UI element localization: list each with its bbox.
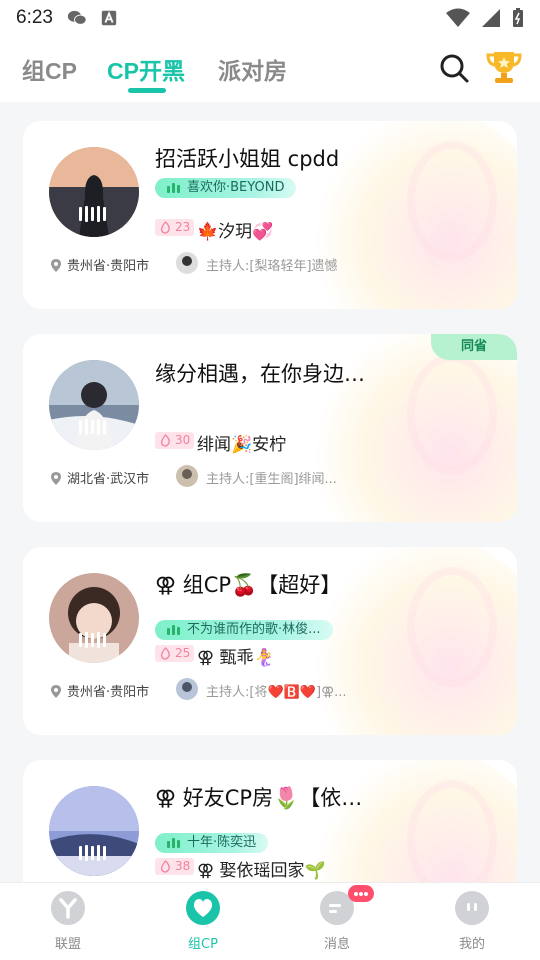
nav-messages[interactable]: 消息 bbox=[297, 885, 377, 952]
status-time: 6:23 bbox=[16, 7, 53, 28]
top-tab-bar: 组CP CP开黑 派对房 bbox=[0, 36, 540, 102]
heart-icon bbox=[186, 891, 220, 925]
message-icon bbox=[320, 885, 374, 925]
room-avatar[interactable] bbox=[49, 360, 139, 450]
room-title: 招活跃小姐姐 cpdd bbox=[155, 147, 340, 171]
signal-icon bbox=[482, 9, 500, 27]
location-pin-icon bbox=[51, 259, 61, 272]
search-icon[interactable] bbox=[438, 52, 470, 84]
member-name: ⚢ 甄乖🧜‍♀️ bbox=[197, 648, 275, 668]
trophy-icon[interactable] bbox=[485, 48, 523, 86]
same-province-badge: 同省 bbox=[431, 334, 517, 360]
tab-zu-cp[interactable]: 组CP bbox=[22, 52, 77, 86]
voice-wave-icon bbox=[79, 845, 106, 861]
room-title: ⚢ 好友CP房🌷【依… bbox=[155, 786, 363, 810]
heat-count: 23 bbox=[175, 220, 191, 234]
room-card[interactable]: 招活跃小姐姐 cpdd 喜欢你·BEYOND 23 🍁汐玥💞 贵州省·贵阳市 主… bbox=[23, 121, 517, 309]
location-pin-icon bbox=[51, 685, 61, 698]
song-name: 喜欢你·BEYOND bbox=[187, 180, 285, 195]
nav-zu-cp[interactable]: 组CP bbox=[163, 891, 243, 952]
heat-badge: 25 bbox=[155, 645, 195, 662]
tab-cp-kaihei[interactable]: CP开黑 bbox=[107, 52, 185, 86]
host-name: 主持人:[重生阁]绯闻... bbox=[206, 472, 337, 487]
heat-badge: 23 bbox=[155, 219, 195, 236]
heat-badge: 30 bbox=[155, 432, 195, 449]
location-text: 贵州省·贵阳市 bbox=[67, 685, 150, 700]
status-bar: 6:23 bbox=[0, 0, 540, 36]
room-avatar[interactable] bbox=[49, 786, 139, 876]
alliance-icon bbox=[51, 891, 85, 925]
member-name: ⚢ 娶依瑶回家🌱 bbox=[197, 861, 326, 881]
location-text: 贵州省·贵阳市 bbox=[67, 259, 150, 274]
location-pin-icon bbox=[51, 472, 61, 485]
heat-count: 38 bbox=[175, 859, 191, 873]
nav-alliance[interactable]: 联盟 bbox=[28, 891, 108, 952]
room-title: ⚢ 组CP🍒【超好】 bbox=[155, 573, 342, 597]
member-name: 🍁汐玥💞 bbox=[197, 222, 274, 242]
nav-label: 组CP bbox=[188, 937, 218, 952]
room-title: 缘分相遇，在你身边… bbox=[155, 362, 365, 386]
host-avatar[interactable] bbox=[176, 678, 198, 700]
heat-icon bbox=[160, 434, 170, 447]
host-avatar[interactable] bbox=[176, 252, 198, 274]
heat-icon bbox=[160, 221, 170, 234]
profile-icon bbox=[455, 891, 489, 925]
member-name: 绯闻🎉安柠 bbox=[197, 435, 287, 455]
song-name: 不为谁而作的歌·林俊... bbox=[187, 622, 321, 637]
heat-count: 25 bbox=[175, 646, 191, 660]
host-name: 主持人:[将❤️🅱️❤️]⚢... bbox=[206, 685, 347, 700]
heat-count: 30 bbox=[175, 433, 191, 447]
bottom-nav: 联盟 组CP 消息 我的 bbox=[0, 882, 540, 960]
now-playing-tag: 不为谁而作的歌·林俊... bbox=[155, 620, 333, 640]
room-location: 贵州省·贵阳市 bbox=[51, 255, 149, 274]
music-eq-icon bbox=[167, 183, 180, 193]
wifi-icon bbox=[446, 8, 470, 27]
wechat-icon bbox=[67, 10, 87, 25]
room-location: 湖北省·武汉市 bbox=[51, 468, 149, 487]
now-playing-tag: 十年·陈奕迅 bbox=[155, 833, 269, 853]
now-playing-tag: 喜欢你·BEYOND bbox=[155, 178, 297, 198]
tab-party-room[interactable]: 派对房 bbox=[218, 52, 287, 86]
voice-wave-icon bbox=[79, 632, 106, 648]
nav-label: 我的 bbox=[458, 937, 485, 952]
room-location: 贵州省·贵阳市 bbox=[51, 681, 149, 700]
voice-wave-icon bbox=[79, 206, 106, 222]
active-tab-indicator bbox=[128, 88, 166, 93]
host-name: 主持人:[梨珞轻年]遗憾 bbox=[206, 259, 338, 274]
nav-label: 消息 bbox=[323, 937, 350, 952]
host-avatar[interactable] bbox=[176, 465, 198, 487]
song-name: 十年·陈奕迅 bbox=[187, 835, 257, 850]
room-card[interactable]: 同省 缘分相遇，在你身边… 30 绯闻🎉安柠 湖北省·武汉市 主持人:[重生阁]… bbox=[23, 334, 517, 522]
room-card[interactable]: ⚢ 组CP🍒【超好】 不为谁而作的歌·林俊... 25 ⚢ 甄乖🧜‍♀️ 贵州省… bbox=[23, 547, 517, 735]
location-text: 湖北省·武汉市 bbox=[67, 472, 150, 487]
heat-icon bbox=[160, 647, 170, 660]
battery-icon bbox=[513, 8, 523, 27]
music-eq-icon bbox=[167, 625, 180, 635]
room-avatar[interactable] bbox=[49, 573, 139, 663]
voice-wave-icon bbox=[79, 419, 106, 435]
nav-label: 联盟 bbox=[54, 937, 81, 952]
music-eq-icon bbox=[167, 838, 180, 848]
room-avatar[interactable] bbox=[49, 147, 139, 237]
heat-icon bbox=[160, 860, 170, 873]
heat-badge: 38 bbox=[155, 858, 195, 875]
unread-badge bbox=[348, 885, 374, 902]
nav-me[interactable]: 我的 bbox=[432, 891, 512, 952]
app-notification-icon bbox=[101, 10, 117, 26]
